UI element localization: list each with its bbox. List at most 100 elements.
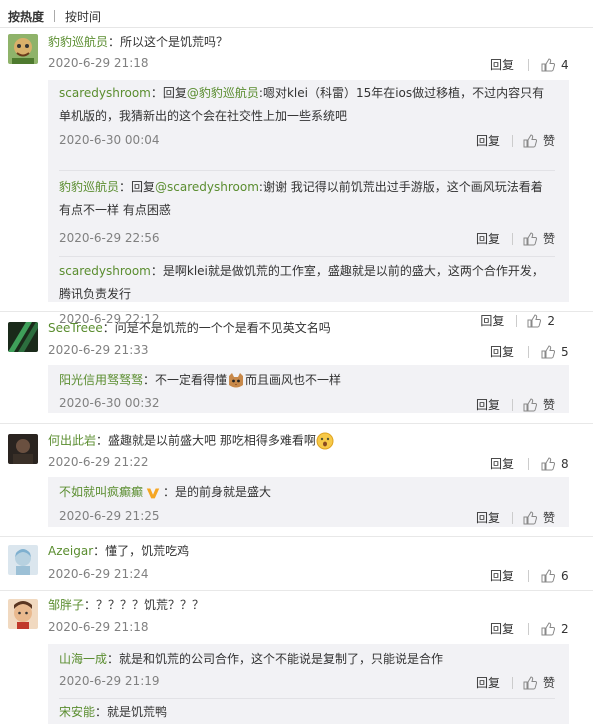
- like-count: 5: [561, 344, 569, 359]
- thumbs-up-icon[interactable]: [541, 456, 555, 471]
- comment-body: ：懂了，饥荒吃鸡: [93, 544, 190, 558]
- timestamp: 2020-6-29 21:25: [59, 509, 160, 523]
- username[interactable]: 豹豹巡航员: [59, 180, 119, 194]
- surprised-face-emoji-icon: [316, 432, 334, 450]
- v-badge-icon: [146, 488, 160, 498]
- avatar[interactable]: [8, 322, 38, 352]
- reply-button[interactable]: 回复: [490, 567, 514, 584]
- reply-button[interactable]: 回复: [490, 56, 514, 73]
- comment: Azeigar：懂了，饥荒吃鸡 2020-6-29 21:24 回复 6: [0, 537, 593, 590]
- thumbs-up-icon[interactable]: [523, 510, 537, 525]
- reply-prefix: ：回复: [119, 180, 156, 194]
- comment-actions: 回复 5: [490, 343, 569, 360]
- reply-button[interactable]: 回复: [476, 132, 500, 149]
- comment-body: ：？？？？饥荒？？？: [84, 598, 205, 612]
- sort-divider: [54, 10, 56, 22]
- thumbs-up-icon[interactable]: [523, 133, 537, 148]
- divider: [59, 698, 555, 699]
- reply-body: ：是的前身就是盛大: [163, 485, 272, 499]
- comment: 邹胖子：？？？？饥荒？？？ 2020-6-29 21:18 回复 2 山海一成：…: [0, 591, 593, 724]
- cat-face-emoji-icon: [229, 372, 244, 387]
- like-count: 2: [561, 621, 569, 636]
- thumbs-up-icon[interactable]: [541, 344, 555, 359]
- username[interactable]: 不如就叫疯癫癫: [59, 485, 143, 499]
- comment-actions: 回复 2: [490, 620, 569, 637]
- comment-actions: 回复 8: [490, 455, 569, 472]
- reply-text: 山海一成：就是和饥荒的公司合作，这个不能说是复制了，只能说是合作: [59, 648, 549, 671]
- username[interactable]: scaredyshroom: [59, 86, 151, 100]
- avatar[interactable]: [8, 434, 38, 464]
- timestamp: 2020-6-29 21:19: [59, 674, 160, 688]
- thumbs-up-icon[interactable]: [523, 675, 537, 690]
- comment-actions: 回复 6: [490, 567, 569, 584]
- divider: [528, 58, 529, 71]
- reply-button[interactable]: 回复: [476, 230, 500, 247]
- reply-button[interactable]: 回复: [476, 674, 500, 691]
- reply-item: 阳光信用驽驽驽：不一定看得懂 而且画风也不一样 2020-6-30 00:32 回…: [48, 365, 569, 413]
- reply-actions: 回复 赞: [476, 674, 555, 691]
- username[interactable]: 山海一成: [59, 652, 107, 666]
- like-label: 赞: [542, 134, 555, 148]
- thumbs-up-icon[interactable]: [523, 231, 537, 246]
- timestamp: 2020-6-29 21:33: [48, 343, 149, 357]
- sort-bar: 按热度 按时间: [8, 7, 101, 25]
- sort-by-time[interactable]: 按时间: [65, 8, 101, 25]
- timestamp: 2020-6-29 21:18: [48, 620, 149, 634]
- reply-text: 豹豹巡航员：回复@scaredyshroom:谢谢 我记得以前饥荒出过手游版，这…: [59, 176, 549, 222]
- username[interactable]: 邹胖子: [48, 598, 84, 612]
- timestamp: 2020-6-30 00:32: [59, 396, 160, 410]
- username[interactable]: 宋安能: [59, 705, 95, 719]
- like-count: 6: [561, 568, 569, 583]
- reply-item: 豹豹巡航员：回复@scaredyshroom:谢谢 我记得以前饥荒出过手游版，这…: [48, 176, 569, 252]
- reply-button[interactable]: 回复: [476, 509, 500, 526]
- thumbs-up-icon[interactable]: [541, 621, 555, 636]
- divider: [511, 232, 513, 245]
- reply-actions: 回复 赞: [476, 230, 555, 247]
- comment-text: 何出此岩：盛趣就是以前盛大吧 那吃相得多难看啊: [48, 432, 334, 450]
- avatar[interactable]: [8, 599, 38, 629]
- username[interactable]: 豹豹巡航员: [48, 35, 108, 49]
- like-label: 赞: [542, 511, 555, 525]
- reply-text: scaredyshroom：回复@豹豹巡航员:嗯对klei（科雷）15年在ios…: [59, 82, 549, 128]
- timestamp: 2020-6-30 00:04: [59, 133, 160, 147]
- like-label: 赞: [542, 676, 555, 690]
- timestamp: 2020-6-29 21:18: [48, 56, 149, 70]
- avatar[interactable]: [8, 545, 38, 575]
- comment: 何出此岩：盛趣就是以前盛大吧 那吃相得多难看啊 2020-6-29 21:22 …: [0, 424, 593, 536]
- reply-actions: 回复 赞: [476, 396, 555, 413]
- thumbs-up-icon[interactable]: [523, 397, 537, 412]
- divider: [528, 457, 529, 470]
- divider: [59, 256, 555, 257]
- username[interactable]: SeeTreee: [48, 321, 103, 335]
- reply-text: 宋安能：就是饥荒鸭: [59, 701, 549, 724]
- reply-button[interactable]: 回复: [490, 343, 514, 360]
- comment-text: 邹胖子：？？？？饥荒？？？: [48, 597, 204, 613]
- thumbs-up-icon[interactable]: [541, 568, 555, 583]
- reply-button[interactable]: 回复: [490, 455, 514, 472]
- reply-item: 宋安能：就是饥荒鸭: [48, 701, 569, 724]
- reply-actions: 回复 赞: [476, 132, 555, 149]
- username[interactable]: 阳光信用驽驽驽: [59, 373, 143, 387]
- reply-button[interactable]: 回复: [476, 396, 500, 413]
- reply-text: 阳光信用驽驽驽：不一定看得懂 而且画风也不一样: [59, 369, 549, 392]
- comment-body: ：盛趣就是以前盛大吧 那吃相得多难看啊: [96, 433, 316, 448]
- username[interactable]: scaredyshroom: [59, 264, 151, 278]
- reply-body: ：不一定看得懂: [143, 373, 228, 387]
- reply-item: scaredyshroom：是啊klei就是做饥荒的工作室，盛趣就是以前的盛大，…: [48, 258, 569, 328]
- mention-link[interactable]: @豹豹巡航员: [187, 86, 259, 100]
- divider: [511, 676, 513, 689]
- avatar[interactable]: [8, 34, 38, 64]
- reply-body-continued: 而且画风也不一样: [245, 373, 342, 387]
- mention-link[interactable]: @scaredyshroom: [155, 180, 259, 194]
- reply-list: 不如就叫疯癫癫 ：是的前身就是盛大 2020-6-29 21:25 回复 赞: [48, 477, 569, 527]
- username[interactable]: 何出此岩: [48, 434, 96, 448]
- reply-text: 不如就叫疯癫癫 ：是的前身就是盛大: [59, 481, 549, 504]
- thumbs-up-icon[interactable]: [541, 57, 555, 72]
- divider: [59, 170, 555, 171]
- comment-text: Azeigar：懂了，饥荒吃鸡: [48, 543, 189, 559]
- reply-actions: 回复 赞: [476, 509, 555, 526]
- like-label: 赞: [542, 232, 555, 246]
- username[interactable]: Azeigar: [48, 544, 93, 558]
- reply-button[interactable]: 回复: [490, 620, 514, 637]
- sort-by-hot[interactable]: 按热度: [8, 8, 44, 25]
